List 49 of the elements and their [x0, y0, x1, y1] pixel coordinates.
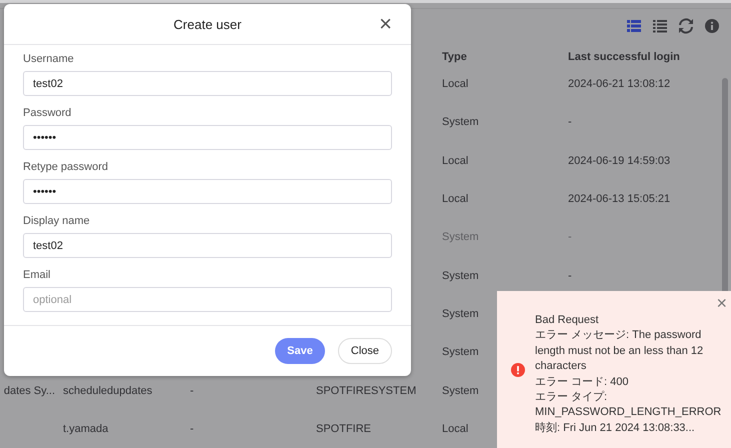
field-label: Display name [23, 215, 91, 227]
error-icon [511, 362, 525, 376]
field-label: Password [23, 107, 72, 119]
field-label: Username [23, 53, 75, 65]
toast-message: エラー コード: 400 [535, 374, 630, 390]
table-cell: System [442, 231, 479, 244]
close-button[interactable]: × [376, 13, 395, 35]
table-cell: System [442, 308, 479, 320]
toast-message: 時刻: Fri Jun 21 2024 13:08:33... [535, 420, 696, 436]
input-field[interactable]: test02 [23, 233, 392, 258]
toast-message: エラー タイプ: MIN_PASSWORD_LENGTH_ERROR [535, 390, 722, 420]
input-field[interactable]: test02 [23, 71, 392, 96]
table-cell: scheduledupdates [63, 384, 152, 397]
toast-message: Bad Request [535, 312, 600, 328]
close-button[interactable]: × [714, 294, 729, 312]
list-view-icon[interactable] [652, 18, 668, 34]
table-cell: - [568, 270, 572, 282]
dialog-title: Create user [174, 16, 242, 32]
grid-view-icon[interactable] [626, 18, 642, 34]
input-field[interactable]: •••••• [23, 179, 392, 204]
table-cell: t.yamada [63, 422, 108, 435]
table-cell: SPOTFIRESYSTEM [316, 384, 416, 397]
table-cell: - [568, 231, 572, 244]
column-header[interactable]: Last successful login [568, 50, 680, 63]
column-header[interactable]: Type [442, 50, 467, 63]
close-button[interactable]: Close [338, 338, 392, 364]
table-cell: System [442, 346, 479, 358]
table-cell: 2024-06-21 13:08:12 [568, 78, 670, 90]
table-cell: 2024-06-13 15:05:21 [568, 193, 670, 206]
info-icon[interactable] [704, 18, 720, 34]
table-cell: - [190, 384, 194, 397]
toast-message: エラー メッセージ: The password length must not be an less than 12 characters [535, 328, 704, 374]
table-cell: System [442, 270, 479, 282]
table-cell: SPOTFIRE [316, 422, 372, 435]
table-cell: Local [442, 154, 468, 167]
field-label: Email [23, 269, 52, 281]
table-cell: System [442, 116, 479, 128]
table-cell: - [568, 116, 572, 128]
table-cell: 2024-06-19 14:59:03 [568, 154, 670, 167]
table-cell: Local [442, 422, 468, 435]
table-cell: dates Sy... [4, 384, 55, 397]
input-field[interactable]: •••••• [23, 125, 392, 150]
table-cell: - [190, 422, 194, 435]
refresh-icon[interactable] [678, 18, 694, 34]
table-cell: Local [442, 78, 468, 90]
table-cell: Local [442, 193, 468, 206]
input-field[interactable]: optional [23, 287, 392, 312]
table-cell: System [442, 384, 479, 397]
field-label: Retype password [23, 161, 109, 173]
